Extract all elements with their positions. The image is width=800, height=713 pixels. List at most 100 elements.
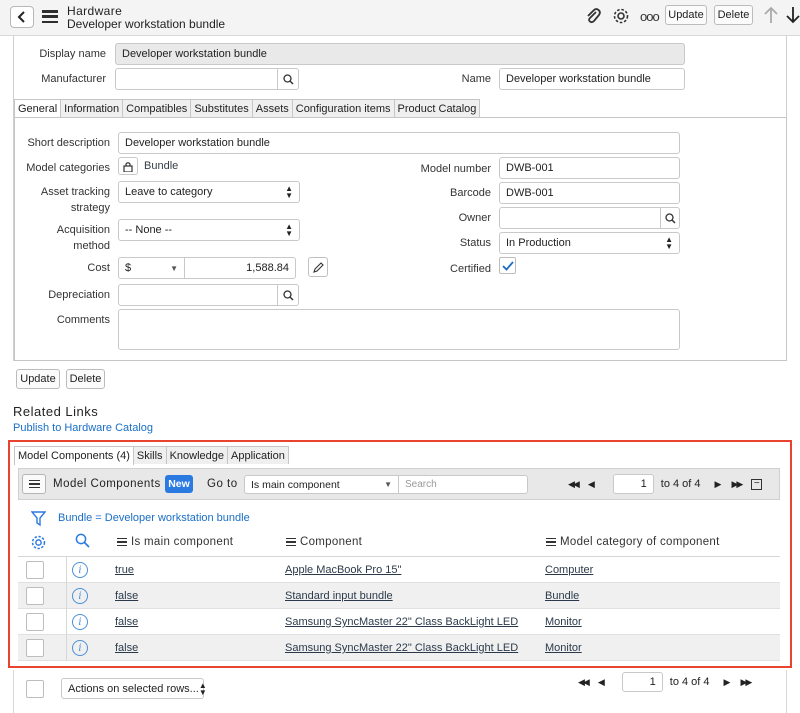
column-header-component[interactable]: Component — [286, 536, 362, 548]
manufacturer-lookup-button[interactable] — [277, 68, 299, 90]
select-all-checkbox[interactable] — [26, 680, 44, 698]
short-description-input[interactable]: Developer workstation bundle — [118, 132, 680, 154]
cost-amount-input[interactable]: 1,588.84 — [184, 257, 296, 279]
new-button[interactable]: New — [165, 475, 193, 493]
row-checkbox[interactable] — [26, 561, 44, 579]
short-description-label: Short description — [27, 137, 110, 149]
tab-skills[interactable]: Skills — [132, 446, 167, 464]
list-search-input[interactable]: Search — [398, 475, 528, 494]
last-page-icon[interactable]: ▶▶ — [740, 677, 752, 688]
next-page-icon[interactable]: ▶ — [715, 479, 722, 490]
menu-icon[interactable] — [42, 10, 58, 23]
gear-icon[interactable] — [612, 7, 630, 25]
barcode-input[interactable]: DWB-001 — [499, 182, 680, 204]
tab-configuration-items[interactable]: Configuration items — [291, 99, 395, 117]
cost-currency-select[interactable]: $ ▼ — [118, 257, 185, 279]
tab-product-catalog[interactable]: Product Catalog — [393, 99, 481, 117]
bottom-page-number-input[interactable]: 1 — [621, 672, 663, 692]
row-checkbox[interactable] — [26, 639, 44, 657]
column-search-icon[interactable] — [75, 533, 90, 548]
cell-model-category[interactable]: Computer — [545, 564, 593, 576]
certified-checkbox[interactable] — [499, 257, 516, 274]
arrow-down-icon[interactable] — [786, 6, 800, 24]
manufacturer-input[interactable] — [115, 68, 278, 90]
comments-textarea[interactable] — [118, 309, 680, 350]
delete-button[interactable]: Delete — [714, 5, 753, 25]
cell-model-category[interactable]: Monitor — [545, 616, 582, 628]
cell-is-main[interactable]: false — [115, 616, 138, 628]
goto-field-select[interactable]: Is main component ▼ — [244, 475, 399, 494]
column-menu-icon[interactable] — [117, 537, 127, 547]
table-name: Hardware — [67, 4, 123, 18]
tab-knowledge[interactable]: Knowledge — [165, 446, 228, 464]
tab-general[interactable]: General — [14, 99, 62, 118]
cell-component[interactable]: Apple MacBook Pro 15" — [285, 564, 401, 576]
column-label-component: Component — [300, 536, 363, 548]
row-checkbox[interactable] — [26, 587, 44, 605]
first-page-icon[interactable]: ◀◀ — [568, 479, 580, 490]
cell-component[interactable]: Samsung SyncMaster 22" Class BackLight L… — [285, 616, 518, 628]
status-select[interactable]: In Production ▲ ▼ — [499, 232, 680, 254]
edit-cost-button[interactable] — [308, 257, 328, 277]
cell-is-main[interactable]: false — [115, 642, 138, 654]
owner-lookup-button[interactable] — [660, 207, 680, 229]
cell-component[interactable]: Standard input bundle — [285, 590, 393, 602]
filter-icon[interactable] — [31, 511, 46, 527]
publish-to-catalog-link[interactable]: Publish to Hardware Catalog — [13, 422, 153, 434]
column-menu-icon[interactable] — [546, 537, 556, 547]
update-button[interactable]: Update — [665, 5, 707, 25]
cell-model-category[interactable]: Bundle — [545, 590, 579, 602]
tab-information[interactable]: Information — [60, 99, 124, 117]
tab-assets[interactable]: Assets — [251, 99, 293, 117]
bottom-page-number-value: 1 — [649, 676, 656, 688]
back-button[interactable] — [10, 6, 34, 28]
prev-page-icon[interactable]: ◀ — [598, 677, 605, 688]
prev-page-icon[interactable]: ◀ — [588, 479, 595, 490]
first-page-icon[interactable]: ◀◀ — [578, 677, 590, 688]
list-menu-button[interactable] — [22, 474, 46, 494]
actions-select[interactable]: Actions on selected rows... ▲ ▼ — [61, 678, 207, 699]
info-icon[interactable]: i — [72, 588, 88, 604]
more-options-icon[interactable]: ooo — [640, 9, 660, 24]
arrow-up-icon[interactable] — [764, 6, 778, 24]
collapse-list-icon[interactable]: − — [751, 478, 763, 490]
cell-component[interactable]: Samsung SyncMaster 22" Class BackLight L… — [285, 642, 518, 654]
table-row: i false Samsung SyncMaster 22" Class Bac… — [18, 635, 780, 661]
footer-update-button[interactable]: Update — [16, 369, 60, 389]
personalize-list-gear-icon[interactable] — [30, 534, 47, 551]
search-icon — [664, 212, 676, 224]
column-header-model-category[interactable]: Model category of component — [546, 536, 720, 548]
model-number-input[interactable]: DWB-001 — [499, 157, 680, 179]
tab-compatibles[interactable]: Compatibles — [122, 99, 192, 117]
name-input[interactable]: Developer workstation bundle — [499, 68, 685, 90]
select-arrows-icon: ▲ ▼ — [665, 235, 673, 251]
paperclip-icon[interactable] — [585, 7, 601, 25]
acquisition-method-select[interactable]: -- None -- ▲ ▼ — [118, 219, 300, 241]
page-count-text: to 4 of 4 — [660, 478, 701, 490]
column-header-is-main[interactable]: Is main component — [117, 536, 233, 548]
tab-model-components[interactable]: Model Components (4) — [14, 446, 134, 465]
depreciation-input[interactable] — [118, 284, 278, 306]
asset-tracking-label-line2: strategy — [70, 202, 110, 214]
column-menu-icon[interactable] — [286, 537, 296, 547]
cell-is-main[interactable]: true — [115, 564, 134, 576]
filter-breadcrumb[interactable]: Bundle = Developer workstation bundle — [58, 512, 250, 524]
info-icon[interactable]: i — [72, 562, 88, 578]
page-number-input[interactable]: 1 — [612, 474, 654, 494]
owner-input[interactable] — [499, 207, 661, 229]
chevron-left-icon — [17, 11, 25, 23]
asset-tracking-select[interactable]: Leave to category ▲ ▼ — [118, 181, 300, 203]
info-icon[interactable]: i — [72, 640, 88, 656]
cell-is-main[interactable]: false — [115, 590, 138, 602]
model-categories-value[interactable]: Bundle — [118, 157, 178, 175]
next-page-icon[interactable]: ▶ — [724, 677, 731, 688]
tab-application[interactable]: Application — [227, 446, 289, 464]
lock-icon[interactable] — [118, 157, 138, 175]
footer-delete-button[interactable]: Delete — [66, 369, 105, 389]
last-page-icon[interactable]: ▶▶ — [731, 479, 743, 490]
row-checkbox[interactable] — [26, 613, 44, 631]
tab-substitutes[interactable]: Substitutes — [190, 99, 253, 117]
depreciation-lookup-button[interactable] — [277, 284, 299, 306]
info-icon[interactable]: i — [72, 614, 88, 630]
cell-model-category[interactable]: Monitor — [545, 642, 582, 654]
